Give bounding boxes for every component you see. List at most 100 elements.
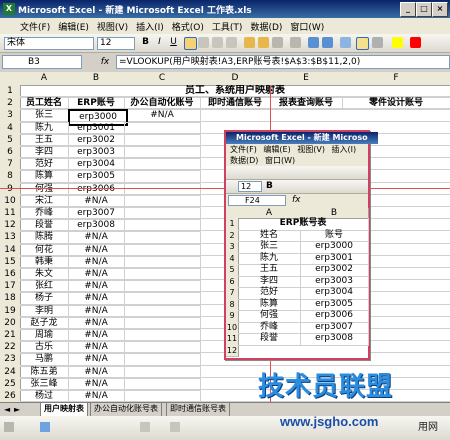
font-select[interactable]: 宋体: [4, 37, 94, 50]
table-cell[interactable]: #N/A: [124, 109, 201, 123]
borders-icon[interactable]: [372, 37, 383, 48]
row-header[interactable]: 17: [0, 280, 21, 294]
table-cell[interactable]: #N/A: [68, 304, 125, 318]
row-header[interactable]: 12: [0, 219, 21, 233]
font-size-select[interactable]: 12: [97, 37, 135, 50]
column-heading[interactable]: 员工姓名: [20, 97, 69, 111]
align-center-button[interactable]: [198, 37, 209, 48]
table-cell[interactable]: #N/A: [68, 341, 125, 355]
table-cell[interactable]: [124, 170, 201, 184]
table-cell[interactable]: [124, 219, 201, 233]
column-heading[interactable]: 报表查询账号: [270, 97, 343, 111]
tab-im-accounts[interactable]: 即时通信账号表: [166, 403, 230, 417]
table-cell[interactable]: #N/A: [68, 377, 125, 391]
table-cell[interactable]: 陈算: [20, 170, 69, 184]
autoshapes-icon[interactable]: [40, 422, 50, 432]
row-header[interactable]: 14: [0, 243, 21, 257]
emoji-icon[interactable]: [244, 37, 255, 48]
table-cell[interactable]: [124, 231, 201, 245]
name-box[interactable]: B3: [2, 55, 82, 69]
table-cell[interactable]: [124, 243, 201, 257]
table-cell[interactable]: erp3001: [68, 121, 125, 135]
table-cell[interactable]: 何花: [20, 243, 69, 257]
underline-button[interactable]: U: [168, 37, 179, 48]
table-cell[interactable]: [124, 182, 201, 196]
table-cell[interactable]: [124, 194, 201, 208]
table-cell[interactable]: 范好: [20, 158, 69, 172]
table-cell[interactable]: #N/A: [68, 365, 125, 379]
table-cell[interactable]: 张红: [20, 280, 69, 294]
row-header[interactable]: 9: [0, 182, 21, 196]
row-header[interactable]: 20: [0, 316, 21, 330]
col-header-c[interactable]: C: [124, 72, 201, 86]
table-cell[interactable]: #N/A: [68, 243, 125, 257]
table-cell[interactable]: 杨子: [20, 292, 69, 306]
table-cell[interactable]: #N/A: [68, 353, 125, 367]
row-header[interactable]: 25: [0, 377, 21, 391]
row-header[interactable]: 2: [0, 97, 21, 111]
table-cell[interactable]: [124, 255, 201, 269]
table-cell[interactable]: 韩秉: [20, 255, 69, 269]
line-icon[interactable]: [140, 422, 150, 432]
row-header[interactable]: 26: [0, 390, 21, 402]
tab-office-accounts[interactable]: 办公自动化账号表: [90, 403, 162, 417]
row-header[interactable]: 23: [0, 353, 21, 367]
row-header[interactable]: 8: [0, 170, 21, 184]
table-cell[interactable]: [124, 341, 201, 355]
menu-data[interactable]: 数据(D): [250, 20, 282, 33]
align-right-button[interactable]: [212, 37, 223, 48]
table-cell[interactable]: 张三峰: [20, 377, 69, 391]
column-heading[interactable]: 零件设计账号: [342, 97, 450, 111]
formula-bar[interactable]: =VLOOKUP(用户映射表!A3,ERP账号表!$A$3:$B$11,2,0): [116, 55, 450, 69]
table-cell[interactable]: 杨过: [20, 390, 69, 402]
table-cell[interactable]: #N/A: [68, 231, 125, 245]
row-header[interactable]: 22: [0, 341, 21, 355]
chart-icon[interactable]: [340, 37, 351, 48]
inner-table-cell[interactable]: 段誉: [238, 333, 301, 346]
table-cell[interactable]: [124, 158, 201, 172]
tab-scroll-first-icon[interactable]: ◄: [4, 405, 10, 414]
inner-table-cell[interactable]: erp3008: [300, 333, 369, 346]
emoji-icon-2[interactable]: [258, 37, 269, 48]
table-cell[interactable]: #N/A: [68, 255, 125, 269]
table-cell[interactable]: [124, 316, 201, 330]
sort-descending-icon[interactable]: [322, 37, 333, 48]
table-cell[interactable]: [124, 292, 201, 306]
tab-scroll-last-icon[interactable]: ►: [14, 405, 20, 414]
table-cell[interactable]: 张三: [20, 109, 69, 123]
italic-button[interactable]: I: [154, 37, 165, 48]
font-color-icon[interactable]: [410, 37, 421, 48]
inner-bold-button[interactable]: B: [266, 181, 273, 191]
table-cell[interactable]: [124, 304, 201, 318]
drawing-icon[interactable]: [356, 37, 369, 50]
inner-menu-insert[interactable]: 插入(I): [332, 145, 357, 154]
inner-row-header[interactable]: 12: [226, 344, 239, 357]
inner-menu-edit[interactable]: 编辑(E): [263, 145, 290, 154]
col-header-f[interactable]: F: [342, 72, 450, 86]
draw-icon[interactable]: [4, 422, 14, 432]
inner-menu-data[interactable]: 数据(D): [230, 156, 258, 165]
fx-button[interactable]: fx: [96, 55, 114, 69]
table-cell[interactable]: [124, 280, 201, 294]
merge-center-button[interactable]: [226, 37, 237, 48]
menu-edit[interactable]: 编辑(E): [58, 20, 89, 33]
table-cell[interactable]: [124, 133, 201, 147]
row-header[interactable]: 5: [0, 133, 21, 147]
table-cell[interactable]: [124, 121, 201, 135]
table-cell[interactable]: 陈腾: [20, 231, 69, 245]
column-heading[interactable]: 办公自动化账号: [124, 97, 201, 111]
table-cell[interactable]: erp3006: [68, 182, 125, 196]
table-cell[interactable]: #N/A: [68, 292, 125, 306]
table-cell[interactable]: 马鹏: [20, 353, 69, 367]
select-all[interactable]: [0, 72, 21, 86]
menu-insert[interactable]: 插入(I): [136, 20, 164, 33]
row-header[interactable]: 13: [0, 231, 21, 245]
menu-file[interactable]: 文件(F): [20, 20, 50, 33]
table-cell[interactable]: [124, 390, 201, 402]
table-cell[interactable]: erp3008: [68, 219, 125, 233]
align-left-button[interactable]: [184, 37, 197, 50]
bold-button[interactable]: B: [140, 37, 151, 48]
table-cell[interactable]: 段誉: [20, 219, 69, 233]
menu-window[interactable]: 窗口(W): [290, 20, 324, 33]
inner-menu-file[interactable]: 文件(F): [230, 145, 257, 154]
